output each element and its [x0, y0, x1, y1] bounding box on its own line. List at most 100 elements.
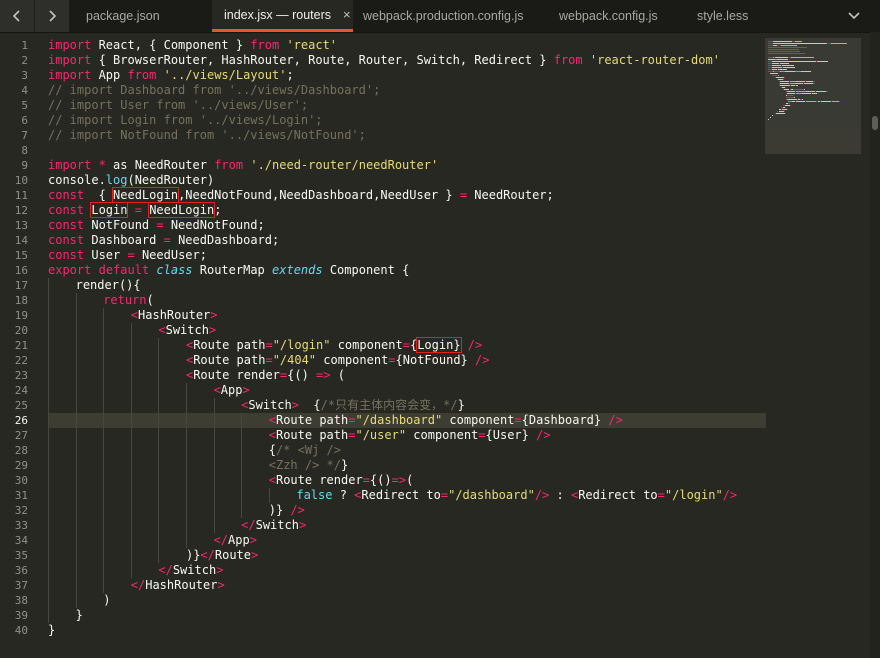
forward-button[interactable]: [35, 0, 70, 32]
code-token: const: [48, 248, 85, 262]
code-line[interactable]: const User = NeedUser;: [48, 248, 766, 263]
code-token: (NeedRouter): [127, 173, 215, 187]
code-line[interactable]: </App>: [48, 533, 766, 548]
code-token: Redirect to: [578, 488, 658, 502]
indent-guide: [130, 548, 159, 563]
tab-style-less[interactable]: style.less: [680, 0, 820, 32]
code-line[interactable]: false ? <Redirect to="/dashboard"/> : <R…: [48, 488, 766, 503]
code-token: >: [249, 533, 257, 547]
code-token: Switch: [165, 323, 209, 337]
code-line[interactable]: </HashRouter>: [48, 578, 766, 593]
indent-guide: [185, 383, 214, 398]
code-line[interactable]: <Route path="/login" component={Login} /…: [48, 337, 766, 353]
code-token: class: [156, 263, 193, 277]
indent-guide: [241, 503, 269, 518]
code-line[interactable]: // import User from '../views/User';: [48, 98, 766, 113]
line-number: 21: [14, 339, 28, 352]
code-line[interactable]: // import NotFound from '../views/NotFou…: [48, 128, 766, 143]
indent-guide: [48, 383, 76, 398]
code-line[interactable]: </Switch>: [48, 563, 766, 578]
back-button[interactable]: [0, 0, 35, 32]
code-line[interactable]: ): [48, 593, 766, 608]
tab-label: index.jsx — routers: [224, 7, 331, 22]
tab-index-jsx[interactable]: index.jsx — routers ×: [212, 0, 353, 32]
code-line[interactable]: <Switch>: [48, 323, 766, 338]
indent-guide: [158, 473, 186, 488]
indent-guide: [48, 428, 76, 443]
code-token: RouterMap: [192, 263, 273, 277]
minimap-stroke: [786, 99, 797, 100]
code-line[interactable]: import * as NeedRouter from './need-rout…: [48, 158, 766, 173]
line-number: 20: [14, 324, 28, 337]
code-token: // import NotFound from '../views/NotFou…: [48, 128, 366, 142]
indent-guide: [241, 443, 269, 458]
code-line[interactable]: }: [48, 623, 766, 638]
code-line[interactable]: </Switch>: [48, 518, 766, 533]
code-line[interactable]: const Login = NeedLogin;: [48, 202, 766, 218]
code-line[interactable]: <Route render={() => (: [48, 368, 766, 383]
indent-guide: [213, 443, 242, 458]
code-line[interactable]: // import Login from '../views/Login';: [48, 113, 766, 128]
minimap-stroke: [768, 47, 808, 48]
code-line[interactable]: <App>: [48, 383, 766, 398]
code-token: React, { Component }: [91, 38, 251, 52]
indent-guide: [75, 503, 104, 518]
code-token: // import Login from '../views/Login';: [48, 113, 323, 127]
minimap-stroke: [792, 57, 815, 58]
line-number: 14: [14, 234, 28, 247]
indent-guide: [75, 593, 104, 608]
code-line[interactable]: return(: [48, 293, 766, 308]
code-line[interactable]: )}</Route>: [48, 548, 766, 563]
line-number: 3: [21, 69, 28, 82]
code-line[interactable]: )} />: [48, 503, 766, 518]
code-line[interactable]: <Route path="/user" component={User} />: [48, 428, 766, 443]
code-line[interactable]: <Route path="/dashboard" component={Dash…: [48, 413, 766, 428]
code-line[interactable]: console.log(NeedRouter): [48, 173, 766, 188]
tab-list-button[interactable]: [828, 0, 880, 32]
code-line[interactable]: import App from '../views/Layout';: [48, 68, 766, 83]
close-icon[interactable]: ×: [343, 7, 351, 22]
line-number: 22: [14, 354, 28, 367]
code-token: HashRouter: [138, 308, 211, 322]
minimap-stroke: [768, 119, 769, 120]
code-line[interactable]: }: [48, 608, 766, 623]
scrollbar-thumb[interactable]: [872, 116, 878, 130]
tab-webpack-production-config[interactable]: webpack.production.config.js: [353, 0, 538, 32]
minimap-stroke: [783, 111, 785, 112]
indent-guide: [158, 458, 186, 473]
line-number: 8: [21, 144, 28, 157]
code-line[interactable]: const { NeedLogin,NeedNotFound,NeedDashb…: [48, 187, 766, 203]
indent-guide: [48, 563, 76, 578]
code-line[interactable]: const Dashboard = NeedDashboard;: [48, 233, 766, 248]
code-line[interactable]: import { BrowserRouter, HashRouter, Rout…: [48, 53, 766, 68]
code-line[interactable]: <Route path="/404" component={NotFound} …: [48, 353, 766, 368]
minimap[interactable]: [765, 38, 861, 154]
code-line[interactable]: <Zzh /> */}: [48, 458, 766, 473]
tab-package-json[interactable]: package.json: [70, 0, 212, 32]
code-line[interactable]: <HashRouter>: [48, 308, 766, 323]
minimap-stroke: [831, 101, 839, 102]
code-line[interactable]: // import Dashboard from '../views/Dashb…: [48, 83, 766, 98]
indent-guide: [185, 473, 214, 488]
code-line[interactable]: export default class RouterMap extends C…: [48, 263, 766, 278]
code-token: User: [84, 248, 128, 262]
tab-webpack-config[interactable]: webpack.config.js: [538, 0, 680, 32]
code-line[interactable]: render(){: [48, 278, 766, 293]
code-line[interactable]: <Route render={()=>(: [48, 473, 766, 488]
code-token: </: [158, 563, 173, 577]
code-line[interactable]: const NotFound = NeedNotFound;: [48, 218, 766, 233]
code-line[interactable]: [48, 143, 766, 158]
code-token: NeedNotFound;: [163, 218, 265, 232]
minimap-stroke: [783, 61, 817, 62]
minimap-stroke: [789, 81, 797, 82]
code-line[interactable]: import React, { Component } from 'react': [48, 38, 766, 53]
line-number: 29: [14, 459, 28, 472]
code-editor[interactable]: import React, { Component } from 'react'…: [48, 38, 766, 638]
code-line[interactable]: {/* <Wj />: [48, 443, 766, 458]
code-token: Route path: [193, 338, 266, 352]
indent-guide: [158, 383, 186, 398]
code-line[interactable]: <Switch> {/*只有主体内容会变，*/}: [48, 398, 766, 413]
indent-guide: [48, 338, 76, 353]
